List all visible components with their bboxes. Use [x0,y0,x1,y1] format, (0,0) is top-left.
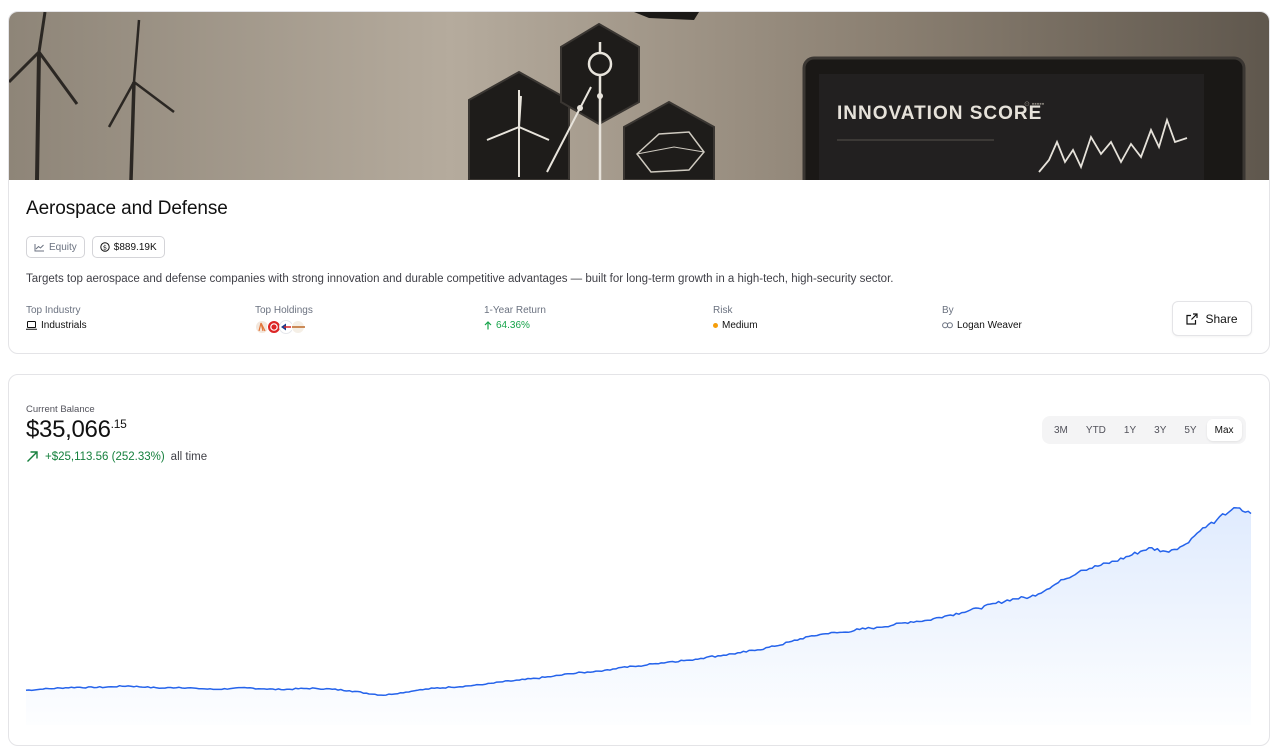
risk-dot-icon [713,323,718,328]
link-icon [942,322,953,329]
laptop-icon [26,321,37,330]
portfolio-title: Aerospace and Defense [26,198,228,219]
trend-up-icon [27,451,38,462]
range-5y[interactable]: 5Y [1176,419,1204,441]
balance-chart [25,506,1252,725]
current-balance: $35,066.15 [26,416,127,444]
change-amount: +$25,113.56 (252.33%) [45,450,165,463]
holding-logos-icon [255,320,305,334]
performance-card: Current Balance $35,066.15 +$25,113.56 (… [8,374,1270,746]
svg-text:⊙ ▪▪▪▪▪: ⊙ ▪▪▪▪▪ [1024,101,1045,108]
return-value: 64.36% [496,320,530,331]
top-industry-label: Top Industry [26,305,81,316]
author-name: Logan Weaver [957,320,1022,331]
portfolio-stats: Top Industry Industrials Top Holdings 1-… [26,305,1166,335]
return-label: 1-Year Return [484,305,546,316]
balance-area [26,507,1251,725]
risk-label: Risk [713,305,733,316]
range-3m[interactable]: 3M [1046,419,1076,441]
range-3y[interactable]: 3Y [1146,419,1174,441]
portfolio-description: Targets top aerospace and defense compan… [26,273,894,285]
share-button[interactable]: Share [1172,301,1252,336]
asset-type-label: Equity [49,241,77,253]
portfolio-value-badge: $ $889.19K [91,236,165,258]
balance-main: $35,066 [26,416,111,443]
author-label: By [942,305,954,316]
range-max[interactable]: Max [1206,419,1242,441]
stat-top-industry: Top Industry Industrials [26,305,87,331]
top-industry-value: Industrials [41,320,87,331]
range-ytd[interactable]: YTD [1078,419,1114,441]
chart-line-icon [34,243,44,251]
hero-image: INNOVATION SCORE ⊙ ▪▪▪▪▪ [9,12,1269,180]
balance-label: Current Balance [26,404,95,415]
external-link-icon [1186,312,1199,325]
svg-text:$: $ [103,243,107,251]
top-holdings-label: Top Holdings [255,305,313,316]
share-label: Share [1205,311,1238,326]
portfolio-card: INNOVATION SCORE ⊙ ▪▪▪▪▪ Aerospace and D… [8,11,1270,354]
arrow-up-icon [484,321,492,330]
range-1y[interactable]: 1Y [1116,419,1144,441]
change-suffix: all time [170,450,208,463]
dollar-circle-icon: $ [100,242,110,252]
risk-value: Medium [722,320,758,331]
stat-top-holdings: Top Holdings [255,305,313,334]
portfolio-badges: Equity $ $889.19K [26,236,165,258]
hero-illustration: INNOVATION SCORE ⊙ ▪▪▪▪▪ [9,12,1269,180]
stat-risk: Risk Medium [713,305,758,331]
author-link[interactable]: Logan Weaver [942,320,1022,331]
time-range-selector: 3M YTD 1Y 3Y 5Y Max [1042,416,1246,444]
innovation-score-monitor: INNOVATION SCORE ⊙ ▪▪▪▪▪ [802,56,1246,180]
portfolio-value: $889.19K [113,241,157,253]
all-time-change: +$25,113.56 (252.33%) all time [26,450,207,463]
svg-text:INNOVATION SCORE: INNOVATION SCORE [837,103,1042,124]
stat-author: By Logan Weaver [942,305,1022,331]
balance-cents: .15 [110,417,127,431]
stat-one-year-return: 1-Year Return 64.36% [484,305,546,331]
asset-type-badge: Equity [26,236,85,258]
